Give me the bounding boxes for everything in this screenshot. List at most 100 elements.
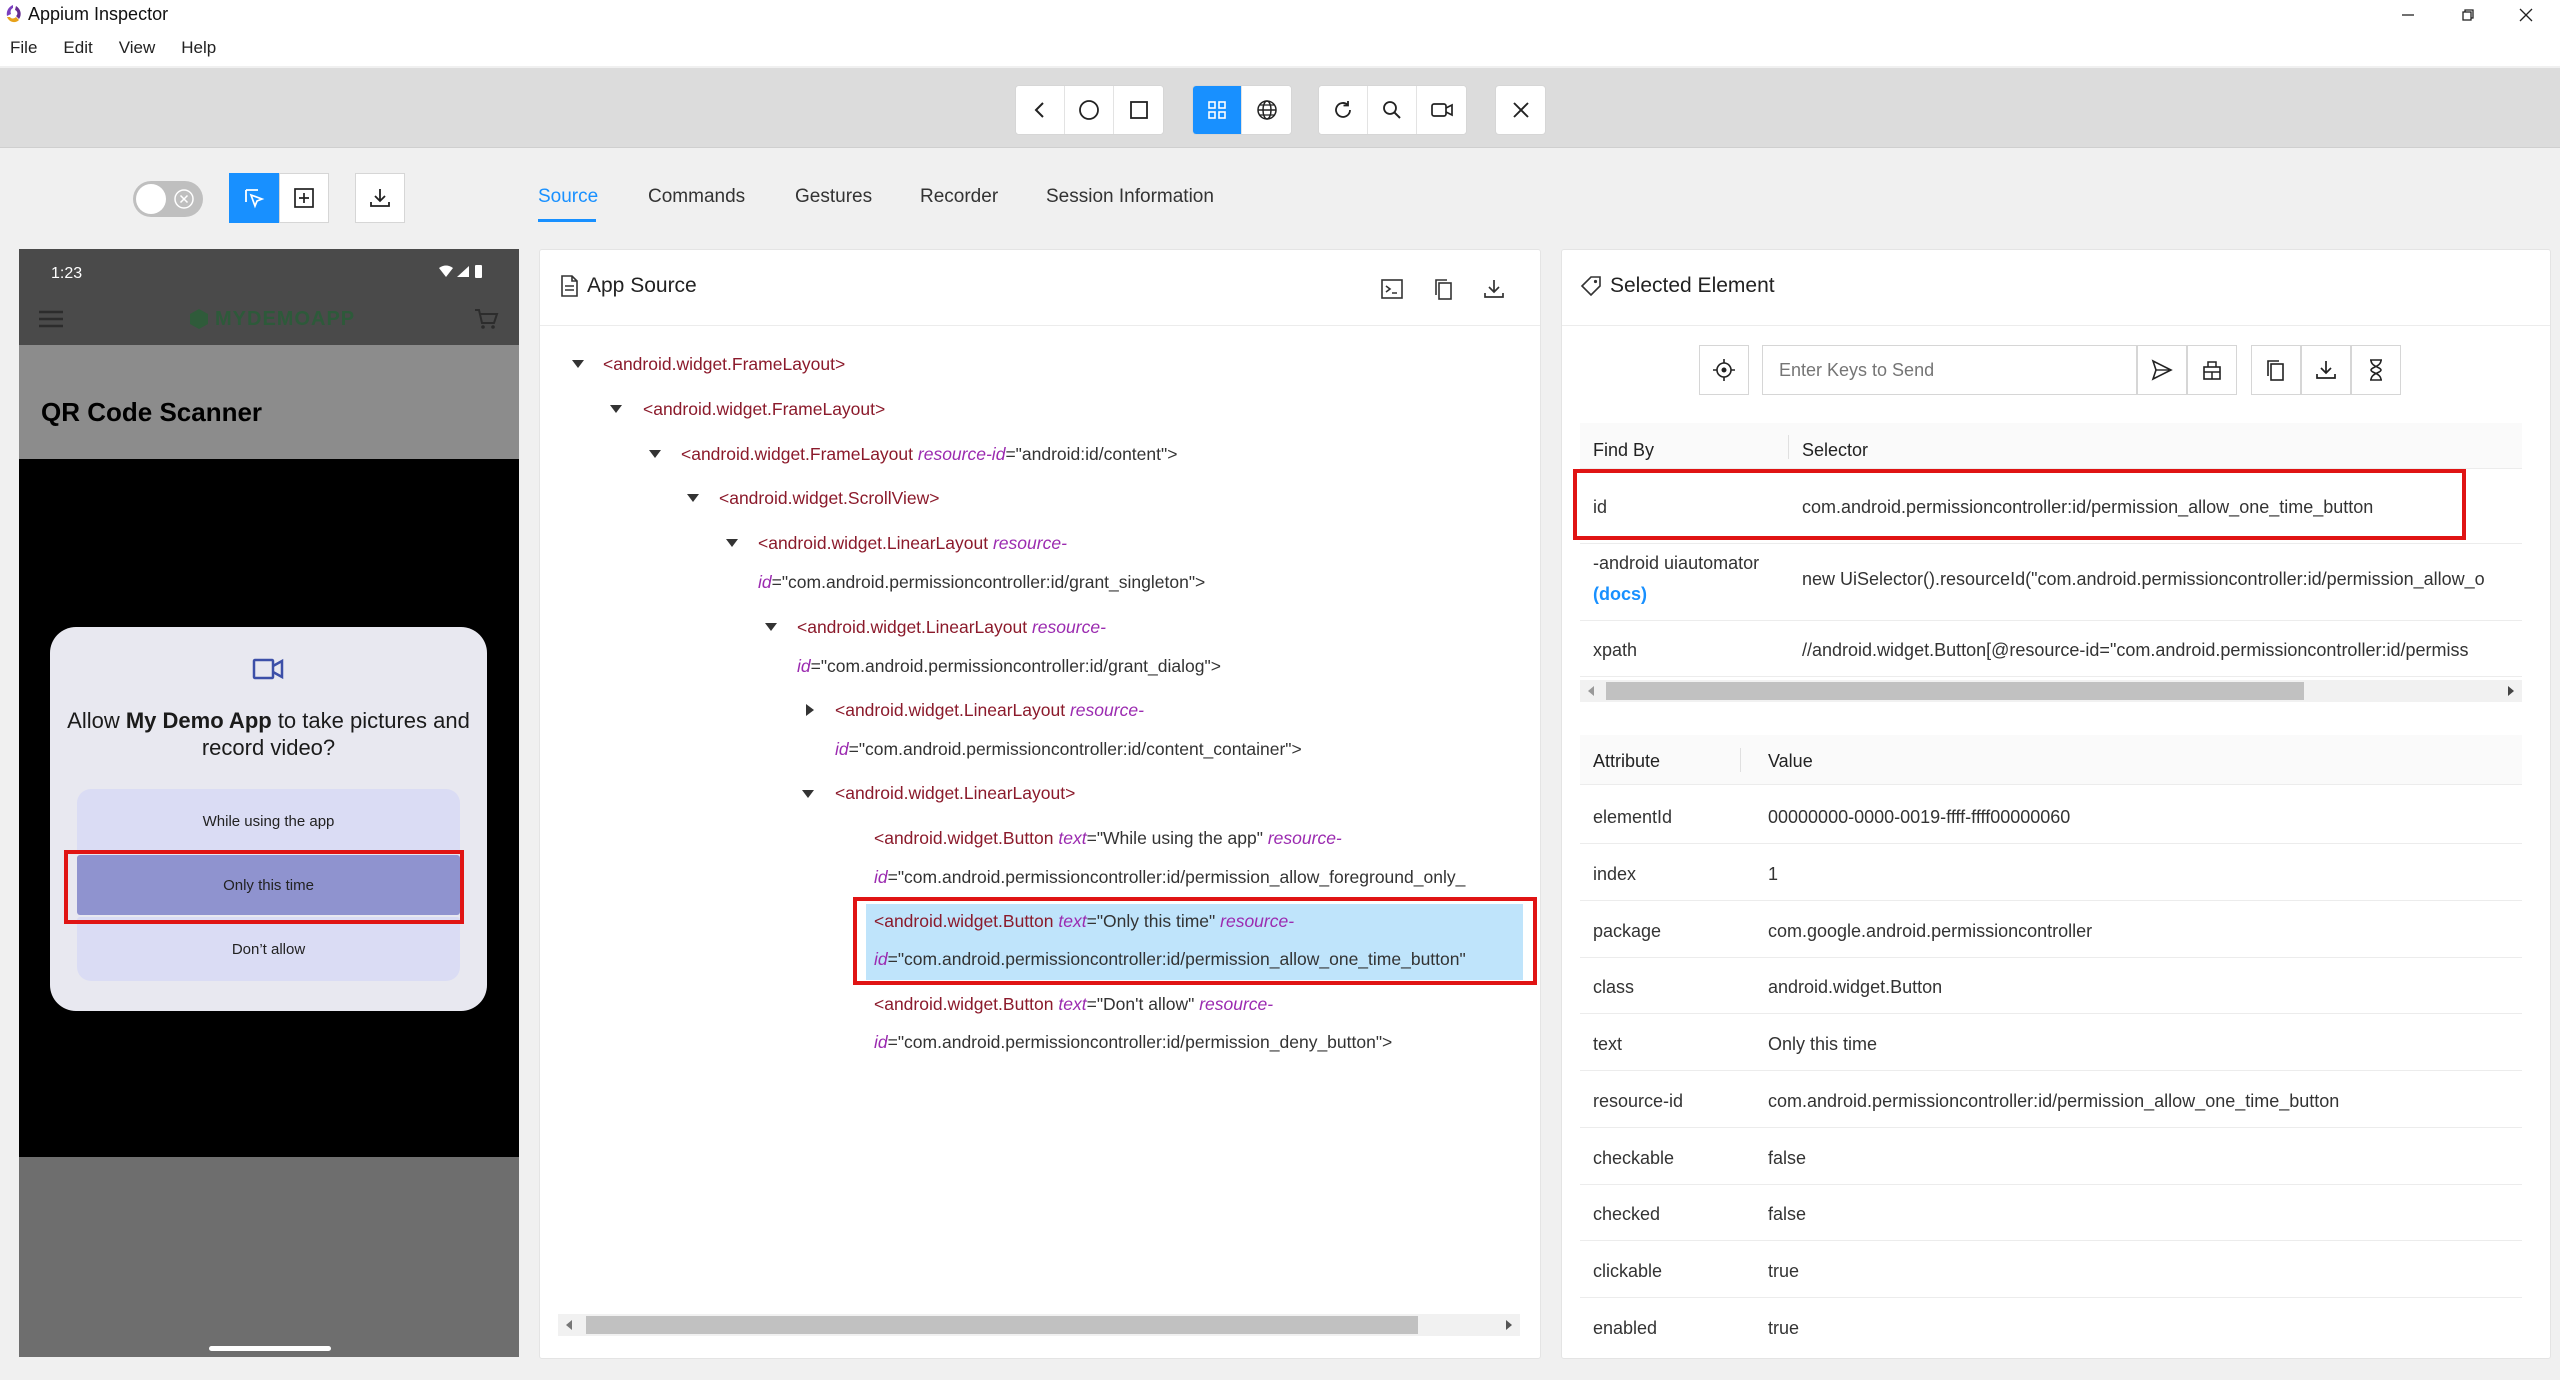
attribute-name: enabled (1593, 1318, 1658, 1338)
permission-app-name: My Demo App (125, 708, 272, 733)
highlight-box-selector (1573, 469, 2466, 540)
menu-icon[interactable] (37, 309, 65, 329)
device-screenshot[interactable]: 1:23 MYDEMOAPP QR Code Scanner Allow My … (19, 249, 519, 1357)
tree-node[interactable]: <android.widget.ScrollView> (719, 488, 940, 509)
download-icon (2316, 361, 2336, 379)
video-camera-icon (1430, 103, 1453, 117)
clear-icon (2203, 361, 2221, 380)
dont-allow-button[interactable]: Don’t allow (77, 917, 460, 981)
close-window-button[interactable] (2498, 0, 2554, 30)
selector-scrollbar[interactable] (1580, 680, 2522, 702)
selected-element-header: Selected Element (1580, 274, 1775, 298)
row-divider (1580, 843, 2522, 844)
tree-node[interactable]: <android.widget.FrameLayout resource-id=… (681, 444, 1177, 465)
docs-link[interactable]: (docs) (1593, 584, 1647, 605)
scroll-left-icon[interactable] (566, 1320, 572, 1330)
expand-arrow-icon[interactable] (806, 704, 814, 716)
collapse-arrow-icon[interactable] (610, 405, 622, 413)
tap-element-button[interactable] (1699, 345, 1749, 395)
download-screenshot-button[interactable] (2301, 345, 2351, 395)
highlight-box-device (64, 850, 464, 924)
menu-help[interactable]: Help (181, 38, 216, 58)
record-button[interactable] (1417, 86, 1466, 134)
circle-icon (1079, 100, 1099, 120)
send-keys-button[interactable] (2137, 345, 2187, 395)
tree-node[interactable]: <android.widget.Button text="While using… (874, 828, 1342, 849)
app-source-header: App Source (559, 274, 697, 298)
tree-node[interactable]: <android.widget.FrameLayout> (603, 354, 845, 375)
send-keys-input[interactable] (1762, 345, 2137, 395)
globe-icon (1256, 100, 1277, 120)
tree-node[interactable]: <android.widget.LinearLayout resource- (797, 617, 1106, 638)
attribute-name: class (1593, 977, 1635, 997)
clear-button[interactable] (2187, 345, 2237, 395)
attribute-name: index (1593, 864, 1637, 884)
maximize-button[interactable] (2440, 0, 2496, 30)
selector-table-header: Find By Selector (1580, 423, 2522, 469)
collapse-arrow-icon[interactable] (649, 450, 661, 458)
timing-button[interactable] (2351, 345, 2401, 395)
quit-session-button[interactable] (1496, 86, 1545, 134)
download-icon[interactable] (1482, 277, 1506, 301)
close-icon (1512, 102, 1529, 118)
download-screenshot-button[interactable] (355, 173, 405, 223)
selector-value[interactable]: new UiSelector().resourceId("com.android… (1802, 569, 2522, 590)
download-icon (370, 189, 390, 207)
tree-node[interactable]: <android.widget.LinearLayout resource- (758, 533, 1067, 554)
selector-by: xpath (1593, 640, 1638, 660)
scroll-left-icon[interactable] (1588, 686, 1594, 696)
collapse-arrow-icon[interactable] (765, 623, 777, 631)
collapse-arrow-icon[interactable] (726, 539, 738, 547)
menu-edit[interactable]: Edit (63, 38, 92, 58)
attribute-value: 00000000-0000-0019-ffff-ffff00000060 (1768, 807, 2071, 827)
tree-node[interactable]: <android.widget.FrameLayout> (643, 399, 885, 420)
tree-node-continuation: id="com.android.permissioncontroller:id/… (835, 739, 1302, 759)
tab-gestures[interactable]: Gestures (795, 186, 872, 208)
tap-coordinates-button[interactable] (279, 173, 329, 223)
device-nav-group (1015, 85, 1164, 135)
scroll-right-icon[interactable] (1506, 1320, 1512, 1330)
app-switch-button[interactable] (1114, 86, 1163, 134)
tab-session-information[interactable]: Session Information (1046, 186, 1214, 208)
tab-commands[interactable]: Commands (648, 186, 745, 208)
home-button[interactable] (1065, 86, 1114, 134)
scrollbar-thumb[interactable] (1606, 682, 2304, 700)
restore-icon (2462, 9, 2474, 21)
selector-header: Selector (1802, 440, 1869, 460)
selected-element-panel (1561, 249, 2551, 1359)
context-group (1192, 85, 1292, 135)
tree-node[interactable]: <android.widget.Button text="Don't allow… (874, 994, 1273, 1015)
tree-node-continuation: id="com.android.permissioncontroller:id/… (797, 656, 1221, 676)
scroll-right-icon[interactable] (2508, 686, 2514, 696)
search-button[interactable] (1368, 86, 1417, 134)
highlight-box-source (853, 897, 1537, 985)
screenshot-toggle[interactable] (133, 181, 203, 217)
horizontal-scrollbar[interactable] (558, 1314, 1520, 1336)
tree-node[interactable]: <android.widget.LinearLayout> (835, 783, 1075, 804)
copy-icon[interactable] (1432, 277, 1456, 301)
row-divider (1580, 1127, 2522, 1128)
back-button[interactable] (1016, 86, 1065, 134)
refresh-button[interactable] (1319, 86, 1368, 134)
while-using-app-button[interactable]: While using the app (77, 789, 460, 853)
cart-icon[interactable] (473, 307, 499, 331)
tab-source[interactable]: Source (538, 186, 598, 208)
menu-view[interactable]: View (119, 38, 156, 58)
tab-recorder[interactable]: Recorder (920, 186, 998, 208)
home-indicator (209, 1346, 331, 1351)
copy-attributes-button[interactable] (2251, 345, 2301, 395)
web-mode-button[interactable] (1242, 86, 1291, 134)
title-bar: Appium Inspector (0, 0, 2560, 30)
collapse-arrow-icon[interactable] (572, 360, 584, 368)
menu-file[interactable]: File (10, 38, 37, 58)
tree-node[interactable]: <android.widget.LinearLayout resource- (835, 700, 1144, 721)
native-mode-button[interactable] (1193, 86, 1242, 134)
scrollbar-thumb[interactable] (586, 1316, 1418, 1334)
minimize-button[interactable] (2380, 0, 2436, 30)
terminal-icon[interactable] (1380, 277, 1404, 301)
selector-value[interactable]: //android.widget.Button[@resource-id="co… (1802, 640, 2522, 661)
select-element-button[interactable] (229, 173, 279, 223)
window-title: Appium Inspector (28, 4, 169, 24)
collapse-arrow-icon[interactable] (802, 790, 814, 798)
collapse-arrow-icon[interactable] (687, 494, 699, 502)
